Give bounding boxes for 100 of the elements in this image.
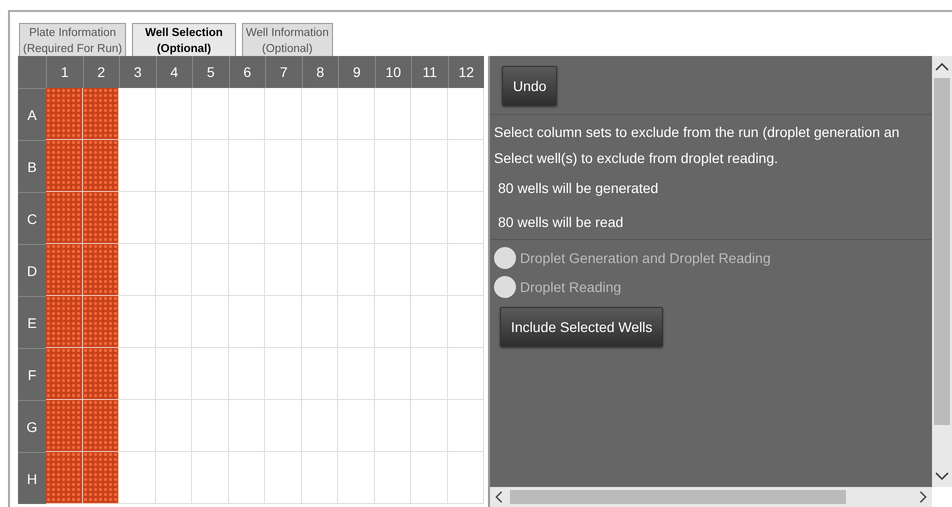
scroll-right-icon[interactable] [918,490,928,504]
row-header[interactable]: H [18,452,46,504]
vertical-scrollbar[interactable] [932,56,952,487]
radio-label[interactable]: Droplet Generation and Droplet Reading [520,250,771,266]
row-header[interactable]: F [18,348,46,400]
well-cell[interactable] [156,452,192,504]
horizontal-scrollbar[interactable] [490,487,932,507]
well-cell[interactable] [448,296,484,348]
row-header[interactable]: D [18,244,46,296]
row-header[interactable]: B [18,140,46,192]
well-cell[interactable] [265,140,302,192]
well-cell[interactable] [82,244,119,296]
well-cell[interactable] [374,88,411,140]
well-cell[interactable] [46,452,82,504]
well-cell[interactable] [411,88,448,140]
column-header[interactable]: 8 [302,56,338,88]
well-cell[interactable] [46,348,82,400]
well-cell[interactable] [374,296,411,348]
well-cell[interactable] [374,400,411,452]
well-cell[interactable] [46,140,82,192]
well-cell[interactable] [82,140,119,192]
scroll-thumb[interactable] [934,78,950,425]
well-cell[interactable] [302,192,338,244]
well-cell[interactable] [156,140,192,192]
well-cell[interactable] [338,192,374,244]
well-cell[interactable] [156,400,192,452]
well-cell[interactable] [302,400,338,452]
column-header[interactable]: 6 [228,56,265,88]
well-cell[interactable] [192,140,228,192]
well-cell[interactable] [228,452,265,504]
well-cell[interactable] [302,348,338,400]
radio-button[interactable] [494,276,516,298]
well-cell[interactable] [302,296,338,348]
scroll-left-icon[interactable] [494,490,504,504]
column-header[interactable]: 10 [374,56,411,88]
well-cell[interactable] [82,88,119,140]
well-cell[interactable] [82,192,119,244]
well-cell[interactable] [46,88,82,140]
column-header[interactable]: 9 [338,56,374,88]
well-cell[interactable] [411,400,448,452]
well-cell[interactable] [46,244,82,296]
well-cell[interactable] [338,348,374,400]
well-cell[interactable] [156,244,192,296]
well-cell[interactable] [448,400,484,452]
well-cell[interactable] [374,140,411,192]
scroll-up-icon[interactable] [934,62,950,72]
well-cell[interactable] [228,348,265,400]
well-cell[interactable] [192,400,228,452]
well-cell[interactable] [228,244,265,296]
well-cell[interactable] [119,296,156,348]
well-cell[interactable] [192,452,228,504]
well-cell[interactable] [192,348,228,400]
well-cell[interactable] [448,348,484,400]
column-header[interactable]: 2 [82,56,119,88]
column-header[interactable]: 11 [411,56,448,88]
well-cell[interactable] [374,244,411,296]
well-cell[interactable] [228,88,265,140]
well-cell[interactable] [448,452,484,504]
column-header[interactable]: 12 [448,56,484,88]
include-selected-wells-button[interactable]: Include Selected Wells [500,307,664,347]
well-cell[interactable] [374,192,411,244]
well-cell[interactable] [302,140,338,192]
well-cell[interactable] [119,452,156,504]
row-header[interactable]: A [18,88,46,140]
well-cell[interactable] [228,296,265,348]
row-header[interactable]: C [18,192,46,244]
well-cell[interactable] [119,400,156,452]
tab[interactable]: Well Selection (Optional) [132,23,236,56]
well-cell[interactable] [46,296,82,348]
well-cell[interactable] [228,192,265,244]
well-cell[interactable] [156,88,192,140]
well-cell[interactable] [338,244,374,296]
scroll-down-icon[interactable] [934,471,950,481]
well-cell[interactable] [411,296,448,348]
well-cell[interactable] [448,244,484,296]
well-cell[interactable] [119,244,156,296]
well-cell[interactable] [46,192,82,244]
well-cell[interactable] [265,192,302,244]
well-cell[interactable] [338,400,374,452]
well-cell[interactable] [46,400,82,452]
well-cell[interactable] [156,348,192,400]
well-cell[interactable] [228,140,265,192]
well-cell[interactable] [302,244,338,296]
well-cell[interactable] [156,296,192,348]
well-cell[interactable] [411,244,448,296]
well-cell[interactable] [411,192,448,244]
scroll-thumb[interactable] [510,490,846,504]
row-header[interactable]: E [18,296,46,348]
well-cell[interactable] [338,140,374,192]
well-cell[interactable] [302,88,338,140]
well-cell[interactable] [448,88,484,140]
well-cell[interactable] [192,244,228,296]
radio-button[interactable] [494,246,516,268]
well-cell[interactable] [411,348,448,400]
well-cell[interactable] [411,452,448,504]
well-cell[interactable] [192,192,228,244]
well-cell[interactable] [302,452,338,504]
column-header[interactable]: 5 [192,56,228,88]
well-cell[interactable] [82,348,119,400]
column-header[interactable]: 1 [46,56,82,88]
